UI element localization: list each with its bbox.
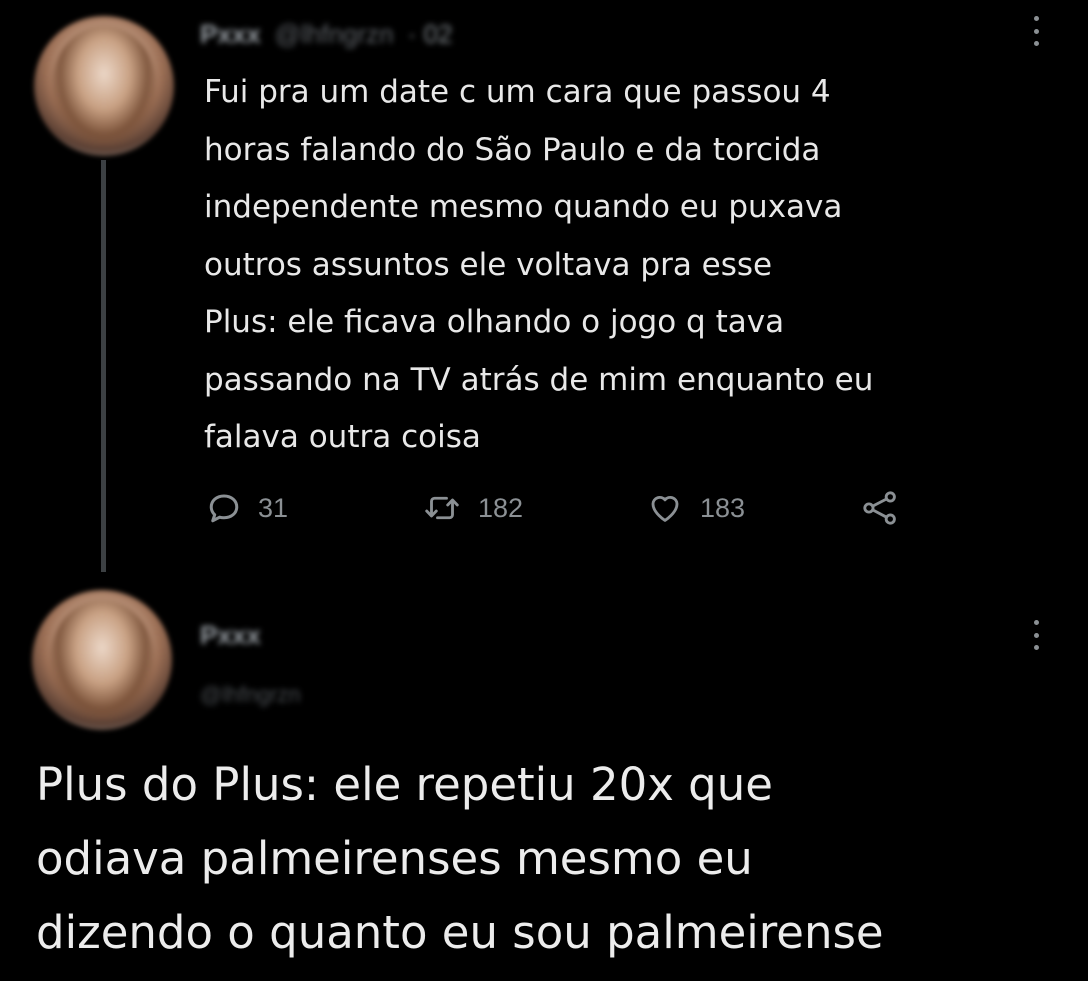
- like-count: 183: [700, 492, 746, 523]
- reply-count: 31: [258, 492, 289, 523]
- share-button[interactable]: [860, 486, 900, 530]
- tweet-actions: 31 182 183: [206, 486, 926, 530]
- heart-icon: [651, 495, 679, 522]
- retweet-icon: [425, 496, 459, 520]
- tweet-text: Plus do Plus: ele repetiu 20x que odiava…: [36, 758, 884, 959]
- reply-button[interactable]: 31: [206, 486, 288, 530]
- tweet-header: Pxxx @lhfngrzn · 02: [200, 14, 452, 54]
- tweet-1[interactable]: Pxxx @lhfngrzn · 02 Fui pra um date c um…: [0, 0, 1088, 580]
- author-handle[interactable]: @lhfngrzn: [200, 682, 301, 708]
- share-icon: [863, 491, 896, 525]
- retweet-count: 182: [478, 492, 524, 523]
- retweet-button[interactable]: 182: [422, 486, 523, 530]
- tweet-text: Fui pra um date c um cara que passou 4 h…: [204, 74, 874, 455]
- tweet-2[interactable]: Pxxx @lhfngrzn Plus do Plus: ele repetiu…: [0, 580, 1088, 981]
- more-vertical-icon[interactable]: [1026, 16, 1046, 46]
- thread-connector-line: [101, 160, 106, 572]
- reply-icon: [209, 494, 239, 523]
- tweet-timestamp[interactable]: · 02: [408, 19, 453, 50]
- author-handle[interactable]: @lhfngrzn: [275, 19, 394, 50]
- more-vertical-icon[interactable]: [1026, 620, 1046, 650]
- like-button[interactable]: 183: [646, 486, 745, 530]
- author-name[interactable]: Pxxx: [200, 620, 301, 656]
- avatar[interactable]: [32, 590, 172, 730]
- tweet-header: Pxxx @lhfngrzn: [200, 620, 301, 708]
- author-name[interactable]: Pxxx: [200, 19, 261, 50]
- avatar[interactable]: [34, 16, 174, 156]
